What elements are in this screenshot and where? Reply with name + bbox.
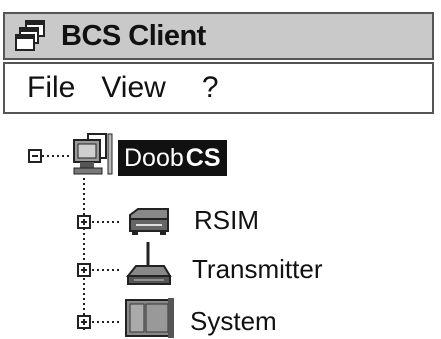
root-label-part2: CS: [185, 143, 221, 172]
expand-toggle-transmitter[interactable]: [77, 263, 91, 277]
computer-icon: [73, 133, 113, 175]
collapse-toggle-root[interactable]: [28, 149, 42, 163]
device-icon: [129, 208, 169, 235]
expand-toggle-rsim[interactable]: [77, 215, 91, 229]
tree-item-transmitter[interactable]: Transmitter: [192, 254, 323, 285]
tree-item-system[interactable]: System: [190, 306, 277, 337]
tree-root-doobcs[interactable]: Doob CS: [118, 140, 227, 176]
tree-item-rsim[interactable]: RSIM: [194, 205, 259, 236]
cabinet-icon: [125, 298, 174, 338]
expand-toggle-system[interactable]: [77, 315, 91, 329]
root-label-part1: Doob: [124, 143, 184, 172]
transmitter-icon: [125, 242, 172, 285]
tree-view: Doob CS RSIM Transmitter System: [0, 0, 441, 339]
